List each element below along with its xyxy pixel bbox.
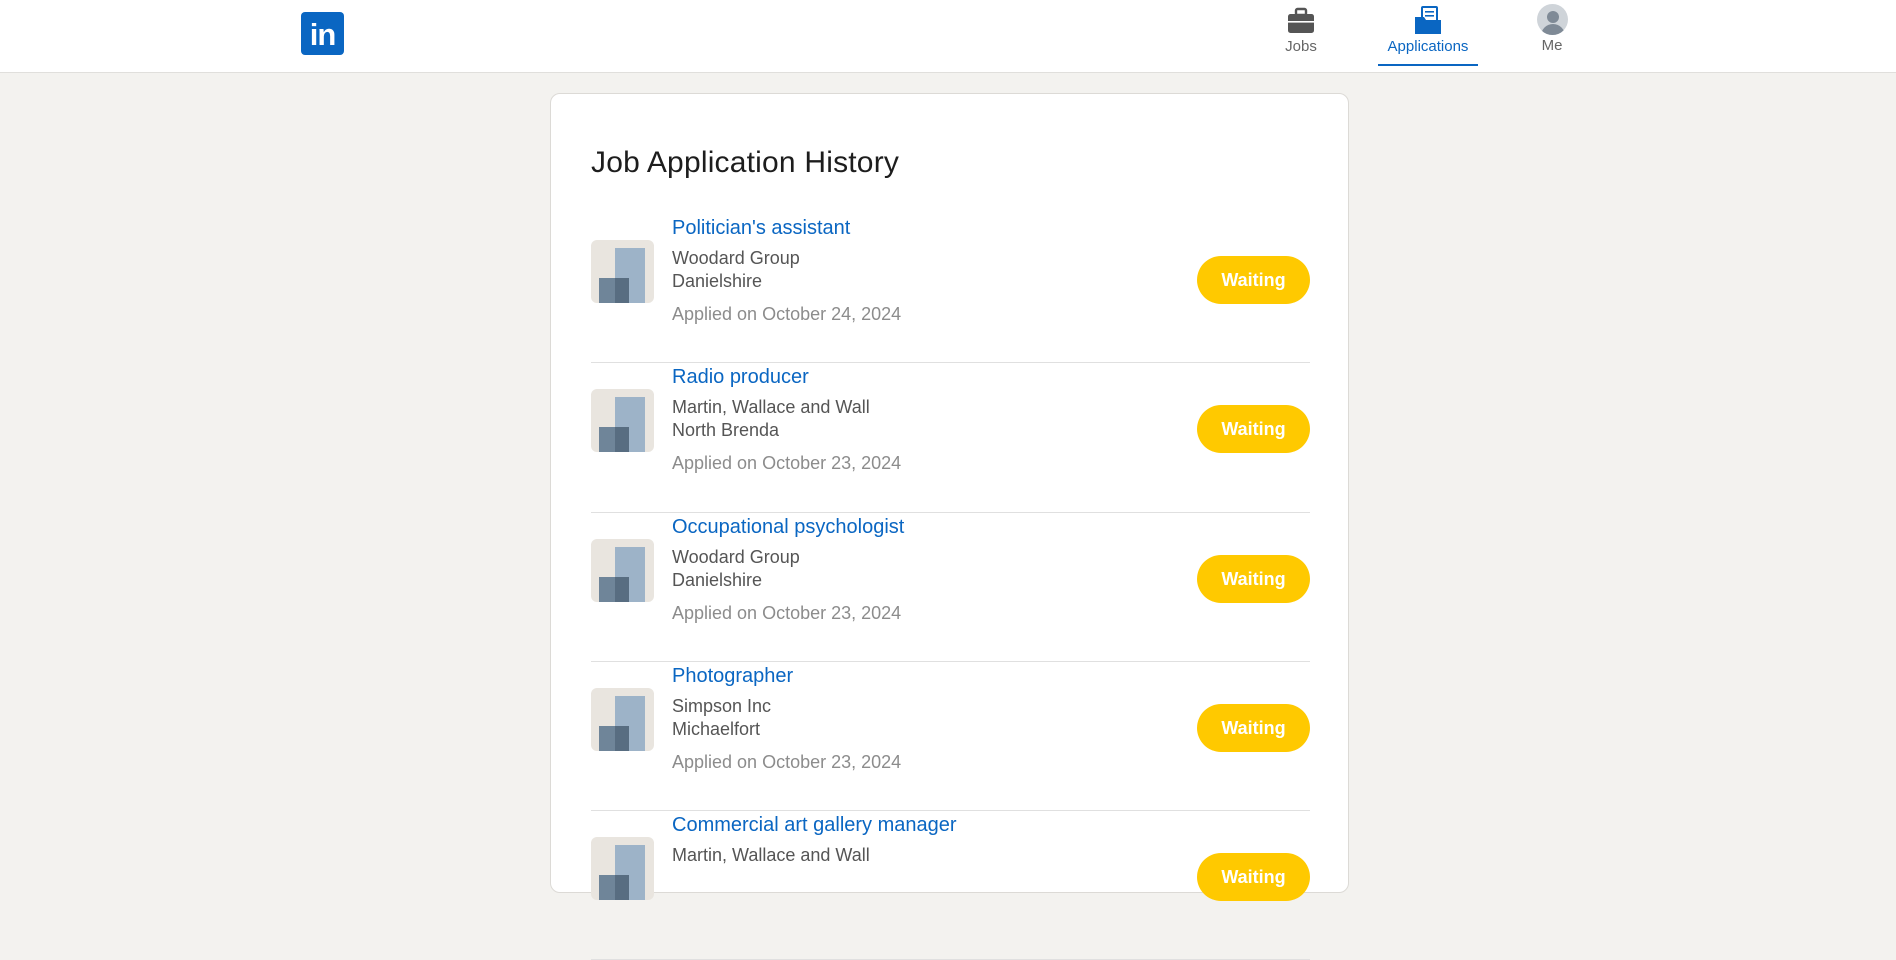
application-row: Radio producer Martin, Wallace and Wall …	[591, 363, 1310, 513]
company-name: Martin, Wallace and Wall	[672, 845, 870, 865]
job-title-link[interactable]: Commercial art gallery manager	[672, 814, 957, 837]
status-badge-button[interactable]: Waiting	[1197, 853, 1310, 901]
company-logo-icon	[591, 539, 654, 602]
applied-date: Applied on October 23, 2024	[672, 752, 902, 772]
application-row: Photographer Simpson Inc Michaelfort App…	[591, 662, 1310, 811]
company-logo-icon	[591, 240, 654, 303]
job-title-link[interactable]: Photographer	[672, 665, 793, 688]
job-title-link[interactable]: Politician's assistant	[672, 217, 850, 240]
application-row: Commercial art gallery manager Martin, W…	[591, 811, 1310, 960]
folder-documents-icon	[1415, 6, 1441, 34]
applied-date: Applied on October 24, 2024	[672, 304, 902, 324]
company-logo-icon	[591, 837, 654, 900]
company-name: Woodard Group	[672, 248, 800, 268]
job-location: Danielshire	[672, 570, 763, 590]
company-name: Woodard Group	[672, 547, 800, 567]
status-badge-button[interactable]: Waiting	[1197, 704, 1310, 752]
job-title-link[interactable]: Occupational psychologist	[672, 516, 904, 539]
top-navigation-bar: in Jobs Applications Me	[0, 0, 1896, 73]
page-title: Job Application History	[591, 146, 900, 179]
avatar	[1536, 4, 1568, 35]
briefcase-icon	[1288, 7, 1314, 33]
nav-applications-label: Applications	[1387, 38, 1469, 55]
job-location: North Brenda	[672, 420, 780, 440]
status-badge-button[interactable]: Waiting	[1197, 555, 1310, 603]
status-badge-button[interactable]: Waiting	[1197, 256, 1310, 304]
application-history-card: Job Application History Politician's ass…	[550, 93, 1349, 960]
application-list: Politician's assistant Woodard Group Dan…	[591, 214, 1310, 960]
nav-me-label: Me	[1541, 37, 1563, 54]
nav-item-applications[interactable]: Applications	[1378, 0, 1478, 70]
company-logo-icon	[591, 688, 654, 751]
status-badge-button[interactable]: Waiting	[1197, 405, 1310, 453]
nav-item-me[interactable]: Me	[1522, 0, 1582, 70]
job-title-link[interactable]: Radio producer	[672, 366, 809, 389]
company-name: Simpson Inc	[672, 696, 772, 716]
job-location: Michaelfort	[672, 719, 761, 739]
application-row: Occupational psychologist Woodard Group …	[591, 513, 1310, 662]
application-row: Politician's assistant Woodard Group Dan…	[591, 214, 1310, 363]
applied-date: Applied on October 23, 2024	[672, 603, 902, 623]
applied-date: Applied on October 23, 2024	[672, 453, 902, 473]
company-name: Martin, Wallace and Wall	[672, 397, 870, 417]
nav-jobs-label: Jobs	[1285, 38, 1317, 55]
linkedin-logo[interactable]: in	[301, 12, 344, 55]
company-logo-icon	[591, 389, 654, 452]
nav-item-jobs[interactable]: Jobs	[1266, 0, 1336, 70]
job-location: Danielshire	[672, 271, 763, 291]
